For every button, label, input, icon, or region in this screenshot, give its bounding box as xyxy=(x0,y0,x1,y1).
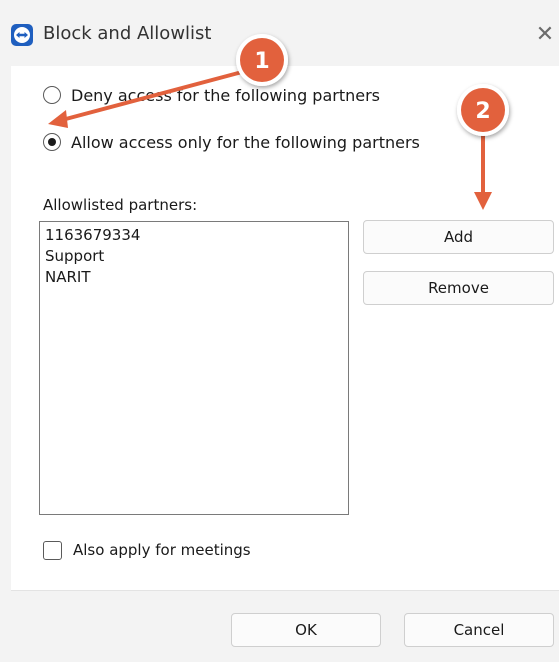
allowlist-label: Allowlisted partners: xyxy=(43,196,198,214)
list-item[interactable]: 1163679334 xyxy=(45,225,343,246)
add-button[interactable]: Add xyxy=(363,220,554,254)
deny-radio[interactable] xyxy=(43,86,61,104)
list-item[interactable]: Support xyxy=(45,246,343,267)
teamviewer-icon xyxy=(11,24,33,46)
remove-button[interactable]: Remove xyxy=(363,271,554,305)
block-allowlist-dialog: Block and Allowlist ✕ Deny access for th… xyxy=(0,0,559,662)
allow-radio[interactable] xyxy=(43,133,61,151)
dialog-footer: OK Cancel xyxy=(11,590,559,662)
window-title: Block and Allowlist xyxy=(43,23,212,44)
dialog-body: Deny access for the following partners A… xyxy=(11,66,559,590)
allowlist-listbox[interactable]: 1163679334 Support NARIT xyxy=(39,221,349,515)
deny-label: Deny access for the following partners xyxy=(71,85,381,105)
ok-button[interactable]: OK xyxy=(231,613,381,647)
cancel-button[interactable]: Cancel xyxy=(404,613,554,647)
meetings-label: Also apply for meetings xyxy=(73,541,251,559)
list-item[interactable]: NARIT xyxy=(45,267,343,288)
title-bar: Block and Allowlist ✕ xyxy=(0,0,559,66)
close-icon[interactable]: ✕ xyxy=(532,20,558,50)
allow-option[interactable]: Allow access only for the following part… xyxy=(43,130,420,154)
meetings-checkbox[interactable] xyxy=(43,540,62,560)
allow-label: Allow access only for the following part… xyxy=(71,132,420,152)
deny-option[interactable]: Deny access for the following partners xyxy=(43,83,380,107)
meetings-option[interactable]: Also apply for meetings xyxy=(43,539,251,561)
